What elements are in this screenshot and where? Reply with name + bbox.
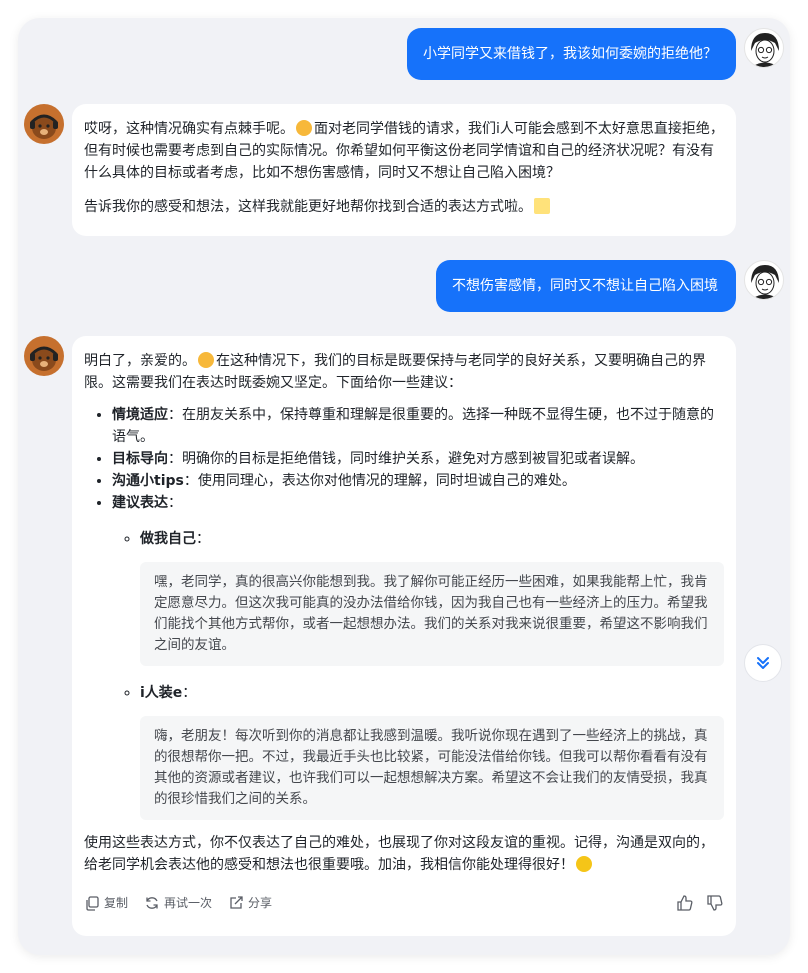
assistant-text: 使用这些表达方式，你不仅表达了自己的难处，也展现了你对这段友谊的重视。记得，沟通… (84, 835, 714, 873)
suggestion-list: 情境适应：在朋友关系中，保持尊重和理解是很重要的。选择一种既不显得生硬，也不过于… (84, 404, 724, 820)
suggestion-text: ：使用同理心，表达你对他情况的理解，同时坦诚自己的难处。 (183, 473, 576, 489)
assistant-message-bubble: 哎呀，这种情况确实有点棘手呢。 面对老同学借钱的请求，我们i人可能会感到不太好意思… (72, 104, 736, 236)
message-actions: 复制 再试一次 分享 (84, 892, 724, 914)
retry-button[interactable]: 再试一次 (144, 892, 212, 914)
share-button[interactable]: 分享 (228, 892, 272, 914)
option-item: 做我自己： 嘿，老同学，真的很高兴你能想到我。我了解你可能正经历一些困难，如果我… (140, 528, 724, 666)
smiling-face-icon (198, 352, 214, 368)
option-suffix: ： (182, 685, 197, 701)
assistant-message-bubble: 明白了，亲爱的。 在这种情况下，我们的目标是既要保持与老同学的良好关系，又要明确自… (72, 336, 736, 936)
chat-window: 小学同学又来借钱了，我该如何委婉的拒绝他？ 哎呀，这种情况确实有点棘手呢。 面对老… (18, 18, 790, 955)
quote-block: 嘿，老同学，真的很高兴你能想到我。我了解你可能正经历一些困难，如果我能帮上忙，我… (140, 562, 724, 666)
suggestion-text: ：在朋友关系中，保持尊重和理解是很重要的。选择一种既不显得生硬，也不过于随意的语… (112, 407, 714, 445)
share-label: 分享 (248, 896, 273, 910)
suggestion-item: 建议表达： 做我自己： 嘿，老同学，真的很高兴你能想到我。我了解你可能正经历一些… (112, 492, 724, 820)
scroll-to-bottom-button[interactable] (744, 644, 782, 682)
copy-icon (86, 896, 99, 911)
assistant-text: 哎呀，这种情况确实有点棘手呢。 (84, 121, 294, 137)
worried-face-icon (296, 120, 312, 136)
option-suffix: ： (196, 531, 210, 547)
copy-label: 复制 (104, 896, 129, 910)
suggestion-title: 目标导向 (112, 451, 168, 467)
suggestion-title: 情境适应 (112, 407, 168, 423)
option-item: i人装e： 嗨，老朋友！每次听到你的消息都让我感到温暖。我听说你现在遇到了一些经… (140, 682, 724, 820)
assistant-text: 告诉我你的感受和想法，这样我就能更好地帮你找到合适的表达方式啦。 (84, 199, 532, 215)
user-message-bubble: 小学同学又来借钱了，我该如何委婉的拒绝他？ (407, 28, 736, 80)
quote-block: 嗨，老朋友！每次听到你的消息都让我感到温暖。我听说你现在遇到了一些经济上的挑战，… (140, 716, 724, 820)
option-title: 做我自己 (140, 531, 196, 547)
user-message-text: 小学同学又来借钱了，我该如何委婉的拒绝他？ (423, 46, 717, 62)
suggestion-text: ：明确你的目标是拒绝借钱，同时维护关系，避免对方感到被冒犯或者误解。 (168, 451, 644, 467)
thumbs-down-icon[interactable] (706, 894, 724, 912)
flower-icon (576, 856, 592, 872)
share-icon (230, 896, 243, 909)
assistant-avatar (24, 336, 64, 376)
user-message-bubble: 不想伤害感情，同时又不想让自己陷入困境 (436, 260, 736, 312)
user-message-text: 不想伤害感情，同时又不想让自己陷入困境 (452, 278, 718, 294)
thumbs-up-icon[interactable] (676, 894, 694, 912)
sparkle-icon (534, 198, 550, 214)
assistant-paragraph: 使用这些表达方式，你不仅表达了自己的难处，也展现了你对这段友谊的重视。记得，沟通… (84, 832, 724, 876)
user-avatar (744, 28, 784, 68)
suggestion-title: 建议表达 (112, 495, 168, 511)
suggestion-item: 情境适应：在朋友关系中，保持尊重和理解是很重要的。选择一种既不显得生硬，也不过于… (112, 404, 724, 448)
suggestion-item: 目标导向：明确你的目标是拒绝借钱，同时维护关系，避免对方感到被冒犯或者误解。 (112, 448, 724, 470)
suggestion-text: ： (168, 495, 182, 511)
option-title: i人装e (140, 685, 183, 701)
retry-label: 再试一次 (164, 896, 213, 910)
assistant-paragraph: 哎呀，这种情况确实有点棘手呢。 面对老同学借钱的请求，我们i人可能会感到不太好意思… (84, 118, 724, 184)
suggestion-title: 沟通小tips (112, 473, 184, 489)
assistant-text: 明白了，亲爱的。 (84, 353, 196, 369)
assistant-paragraph: 告诉我你的感受和想法，这样我就能更好地帮你找到合适的表达方式啦。 (84, 196, 724, 218)
assistant-paragraph: 明白了，亲爱的。 在这种情况下，我们的目标是既要保持与老同学的良好关系，又要明确自… (84, 350, 724, 394)
assistant-avatar (24, 104, 64, 144)
user-avatar (744, 260, 784, 300)
copy-button[interactable]: 复制 (84, 892, 128, 914)
option-list: 做我自己： 嘿，老同学，真的很高兴你能想到我。我了解你可能正经历一些困难，如果我… (112, 528, 724, 820)
suggestion-item: 沟通小tips：使用同理心，表达你对他情况的理解，同时坦诚自己的难处。 (112, 470, 724, 492)
retry-icon (146, 897, 158, 909)
scroll-down-icon (757, 657, 769, 669)
